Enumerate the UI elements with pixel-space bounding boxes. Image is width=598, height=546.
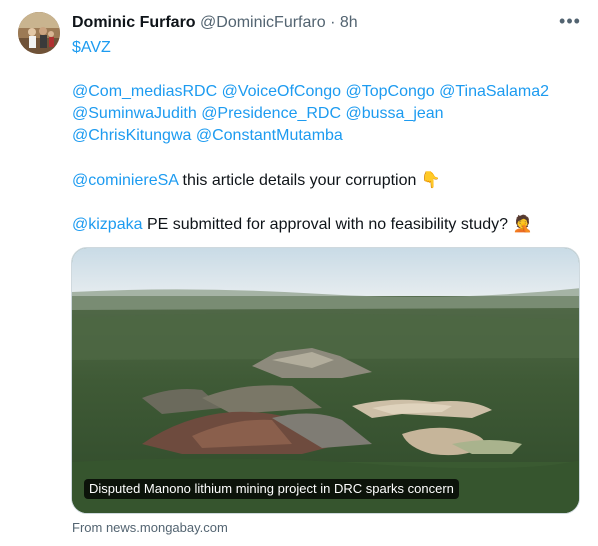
mention-cominiere[interactable]: @cominiereSA <box>72 172 178 189</box>
separator-dot: · <box>330 14 336 31</box>
mentions-line-2[interactable]: @SuminwaJudith @Presidence_RDC @bussa_je… <box>72 105 444 122</box>
tweet-sentence-2: PE submitted for approval with no feasib… <box>142 216 513 233</box>
tweet-header: Dominic Furfaro @DominicFurfaro · 8h <box>72 12 358 34</box>
tweet-text: $AVZ @Com_mediasRDC @VoiceOfCongo @TopCo… <box>72 37 582 235</box>
card-caption: Disputed Manono lithium mining project i… <box>84 479 459 499</box>
avatar-photo <box>18 12 60 54</box>
pointing-down-emoji-icon: 👇 <box>420 170 441 189</box>
facepalm-emoji-icon: 🤦 <box>512 214 533 233</box>
mentions-line-3[interactable]: @ChrisKitungwa @ConstantMutamba <box>72 127 343 144</box>
card-image <box>72 248 579 513</box>
more-options-icon[interactable]: ••• <box>556 12 584 34</box>
author-handle[interactable]: @DominicFurfaro <box>200 14 326 31</box>
tweet-timestamp[interactable]: 8h <box>340 14 358 31</box>
cashtag-link[interactable]: $AVZ <box>72 39 111 56</box>
mentions-line-1[interactable]: @Com_mediasRDC @VoiceOfCongo @TopCongo @… <box>72 83 549 100</box>
mention-kizpaka[interactable]: @kizpaka <box>72 216 143 233</box>
link-card[interactable]: Disputed Manono lithium mining project i… <box>71 247 580 514</box>
card-source-link[interactable]: From news.mongabay.com <box>72 520 228 536</box>
tweet-sentence-1: this article details your corruption <box>178 172 421 189</box>
author-name[interactable]: Dominic Furfaro <box>72 14 196 31</box>
author-avatar[interactable] <box>18 12 60 54</box>
